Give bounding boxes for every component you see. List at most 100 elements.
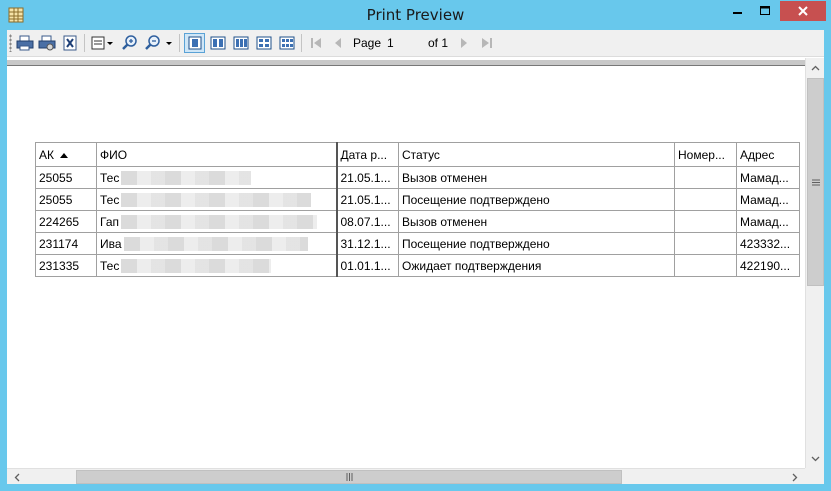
column-header-label: АК xyxy=(39,147,54,162)
cell-number xyxy=(674,254,737,277)
column-header-fio[interactable]: ФИО xyxy=(96,142,338,167)
minimize-button[interactable] xyxy=(725,1,751,21)
cell-fio-text: Тес xyxy=(100,170,120,185)
table-header-row: АК ФИО Дата р... Статус Номер... Адрес xyxy=(35,142,800,167)
horizontal-scrollbar[interactable] xyxy=(7,468,805,484)
six-pages-button[interactable] xyxy=(276,33,297,53)
toolbar-separator xyxy=(179,34,180,52)
vertical-scrollbar[interactable] xyxy=(805,58,824,468)
previous-page-icon xyxy=(334,38,341,48)
redacted-block xyxy=(123,236,308,251)
column-header-date[interactable]: Дата р... xyxy=(336,142,399,167)
cell-status: Ожидает подтверждения xyxy=(398,254,675,277)
close-button[interactable] xyxy=(780,1,826,21)
page-label: Page xyxy=(353,36,382,50)
toolbar-grip[interactable] xyxy=(9,34,12,52)
scroll-up-button[interactable] xyxy=(806,59,824,76)
column-header-number[interactable]: Номер... xyxy=(674,142,737,167)
zoom-in-button[interactable] xyxy=(119,33,140,53)
cell-fio: Тес xyxy=(96,188,338,211)
cell-fio-text: Тес xyxy=(100,258,120,273)
cell-fio: Ива xyxy=(96,232,338,255)
page-setup-dropdown[interactable] xyxy=(90,33,116,53)
next-page-icon xyxy=(460,38,467,48)
report-table: АК ФИО Дата р... Статус Номер... Адрес 2… xyxy=(35,142,800,277)
cell-ak: 224265 xyxy=(35,210,97,233)
cell-ak: 231335 xyxy=(35,254,97,277)
print-button[interactable] xyxy=(14,33,35,53)
scroll-left-button[interactable] xyxy=(9,469,25,485)
client-area: Page 1 of 1 АК ФИО Дата р... Статус Номе… xyxy=(7,30,824,484)
print-preview-window: Print Preview Page 1 of 1 АК ФИО Дата р.… xyxy=(0,0,831,491)
grip-lines-icon xyxy=(346,473,352,481)
zoom-out-dropdown[interactable] xyxy=(143,33,175,53)
cell-ak: 231174 xyxy=(35,232,97,255)
maximize-icon xyxy=(759,6,770,15)
window-title: Print Preview xyxy=(366,6,465,24)
table-row[interactable]: 25055 Тес 21.05.1... Вызов отменен Мамад… xyxy=(35,166,800,189)
next-page-button[interactable] xyxy=(453,33,474,53)
first-page-icon xyxy=(310,38,321,48)
print-setup-button[interactable] xyxy=(36,33,57,53)
table-row[interactable]: 224265 Гап 08.07.1... Вызов отменен Мама… xyxy=(35,210,800,233)
redacted-block xyxy=(121,214,317,229)
export-excel-button[interactable] xyxy=(59,33,80,53)
toolbar-separator xyxy=(301,34,302,52)
vertical-scroll-thumb[interactable] xyxy=(807,78,824,286)
column-header-address[interactable]: Адрес xyxy=(736,142,800,167)
cell-fio: Тес xyxy=(96,166,338,189)
cell-number xyxy=(674,232,737,255)
cell-number xyxy=(674,166,737,189)
scrollbar-corner xyxy=(805,468,824,484)
sort-ascending-icon xyxy=(60,152,68,158)
first-page-button[interactable] xyxy=(305,33,326,53)
cell-fio-text: Ива xyxy=(100,236,122,251)
cell-number xyxy=(674,210,737,233)
cell-address: 422190... xyxy=(736,254,800,277)
chevron-up-icon xyxy=(811,65,819,70)
cell-status: Посещение подтверждено xyxy=(398,232,675,255)
cell-address: 423332... xyxy=(736,232,800,255)
zoom-in-icon xyxy=(121,35,137,50)
title-bar[interactable]: Print Preview xyxy=(0,0,831,30)
page-count-label: of 1 xyxy=(428,36,449,50)
column-header-ak[interactable]: АК xyxy=(35,142,97,167)
chevron-left-icon xyxy=(14,473,20,481)
cell-fio: Тес xyxy=(96,254,338,277)
previous-page-button[interactable] xyxy=(327,33,348,53)
preview-area[interactable]: АК ФИО Дата р... Статус Номер... Адрес 2… xyxy=(7,58,805,468)
cell-status: Посещение подтверждено xyxy=(398,188,675,211)
close-icon xyxy=(798,6,808,16)
last-page-button[interactable] xyxy=(476,33,497,53)
cell-date: 08.07.1... xyxy=(336,210,399,233)
preview-toolbar: Page 1 of 1 xyxy=(7,30,824,57)
page-setup-dropdown-icon xyxy=(91,36,113,50)
table-row[interactable]: 25055 Тес 21.05.1... Посещение подтвержд… xyxy=(35,188,800,211)
two-pages-button[interactable] xyxy=(207,33,228,53)
export-excel-icon xyxy=(63,35,76,51)
one-page-button[interactable] xyxy=(184,33,205,53)
page-number-input[interactable]: 1 xyxy=(386,35,426,51)
three-pages-button[interactable] xyxy=(230,33,251,53)
scroll-down-button[interactable] xyxy=(806,450,824,467)
maximize-button[interactable] xyxy=(752,1,778,21)
scroll-right-button[interactable] xyxy=(787,469,803,485)
table-row[interactable]: 231335 Тес 01.01.1... Ожидает подтвержде… xyxy=(35,254,800,277)
cell-ak: 25055 xyxy=(35,188,97,211)
page-edge xyxy=(7,60,805,66)
table-row[interactable]: 231174 Ива 31.12.1... Посещение подтверж… xyxy=(35,232,800,255)
cell-fio-text: Гап xyxy=(100,214,119,229)
last-page-icon xyxy=(481,38,492,48)
cell-status: Вызов отменен xyxy=(398,210,675,233)
cell-date: 01.01.1... xyxy=(336,254,399,277)
column-header-status[interactable]: Статус xyxy=(398,142,675,167)
three-pages-icon xyxy=(233,36,248,50)
horizontal-scroll-thumb[interactable] xyxy=(76,470,622,484)
four-pages-icon xyxy=(256,36,271,50)
chevron-right-icon xyxy=(792,473,798,481)
cell-fio-text: Тес xyxy=(100,192,120,207)
four-pages-button[interactable] xyxy=(253,33,274,53)
chevron-down-icon xyxy=(811,456,819,461)
cell-address: Мамад... xyxy=(736,188,800,211)
cell-fio: Гап xyxy=(96,210,338,233)
